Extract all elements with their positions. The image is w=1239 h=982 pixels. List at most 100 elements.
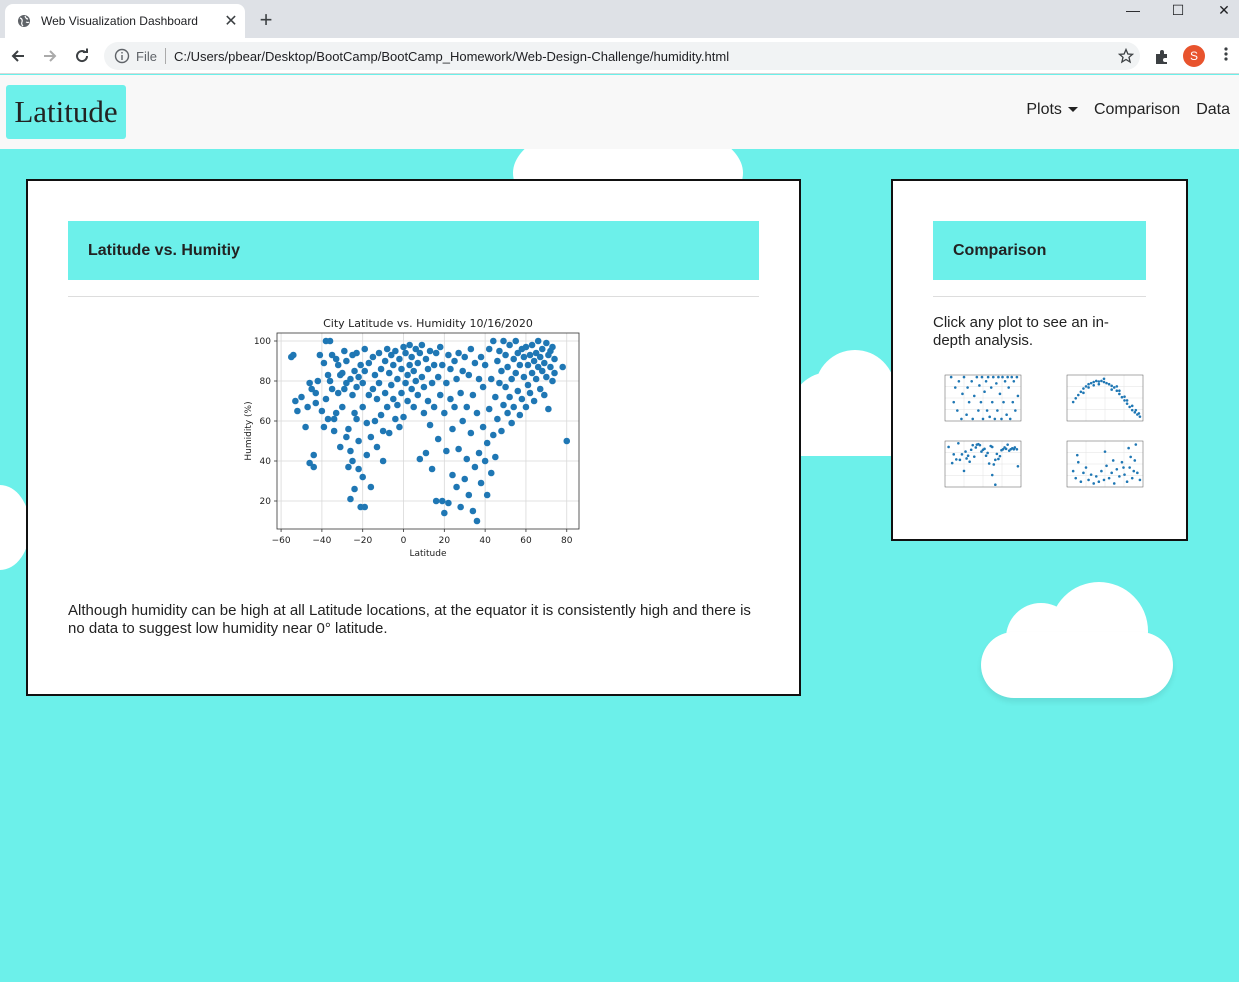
bookmark-star-icon[interactable] xyxy=(1112,48,1140,64)
data-point xyxy=(489,431,497,439)
data-point xyxy=(290,351,297,359)
nav-data-link[interactable]: Data xyxy=(1196,101,1230,119)
url-text[interactable]: C:/Users/pbear/Desktop/BootCamp/BootCamp… xyxy=(174,49,1112,64)
x-tick-label: 80 xyxy=(561,536,573,546)
extensions-puzzle-icon[interactable] xyxy=(1152,47,1172,67)
new-tab-button[interactable]: + xyxy=(255,8,277,32)
thumbnail-point xyxy=(994,458,997,462)
data-point xyxy=(359,403,367,411)
thumbnail-point xyxy=(1100,469,1103,473)
address-bar[interactable]: File C:/Users/pbear/Desktop/BootCamp/Boo… xyxy=(104,42,1140,70)
data-point xyxy=(545,405,552,413)
thumbnail-point xyxy=(1115,385,1119,388)
thumbnail-point xyxy=(966,386,969,389)
thumbnail-cloudiness[interactable] xyxy=(933,369,1025,431)
thumbnail-humidity[interactable] xyxy=(933,435,1025,497)
data-point xyxy=(469,507,477,515)
minimize-button[interactable]: — xyxy=(1118,2,1148,20)
brand-logo[interactable]: Latitude xyxy=(6,85,126,139)
data-point xyxy=(524,361,532,369)
nav-plots-dropdown[interactable]: Plots xyxy=(1026,101,1078,119)
data-point xyxy=(428,465,436,473)
thumbnail-point xyxy=(1111,459,1115,462)
data-point xyxy=(390,395,397,403)
data-point xyxy=(441,409,448,417)
data-point xyxy=(528,341,536,349)
data-point xyxy=(373,395,381,403)
thumbnail-point xyxy=(1097,380,1101,383)
reload-icon[interactable] xyxy=(70,44,94,68)
thumbnail-point xyxy=(1132,469,1136,473)
data-point xyxy=(441,509,448,517)
data-point xyxy=(436,391,444,399)
more-menu-icon[interactable] xyxy=(1217,46,1235,66)
data-point xyxy=(338,403,346,411)
data-point xyxy=(449,471,456,479)
nav-comparison-link[interactable]: Comparison xyxy=(1094,101,1180,119)
data-point xyxy=(332,355,340,363)
data-point xyxy=(343,433,350,441)
thumbnail-point xyxy=(987,462,991,465)
data-point xyxy=(402,349,409,357)
thumbnail-point xyxy=(965,457,968,460)
data-point xyxy=(514,387,522,395)
close-window-button[interactable]: ✕ xyxy=(1209,2,1239,20)
data-point xyxy=(563,437,571,445)
thumbnail-point xyxy=(1076,393,1080,397)
info-icon[interactable] xyxy=(114,48,130,64)
data-point xyxy=(541,359,548,367)
forward-arrow-icon[interactable] xyxy=(38,44,62,68)
thumbnail-point xyxy=(1118,389,1121,392)
data-point xyxy=(400,413,407,421)
thumbnail-point xyxy=(990,473,994,477)
data-point xyxy=(516,361,524,369)
data-point xyxy=(369,385,377,393)
thumbnail-point xyxy=(1082,391,1085,395)
thumbnail-point xyxy=(971,443,975,447)
data-point xyxy=(524,381,532,389)
site-navbar: Latitude Plots Comparison Data xyxy=(0,75,1239,149)
y-tick-label: 20 xyxy=(260,497,272,507)
data-point xyxy=(347,447,354,455)
thumbnail-point xyxy=(1011,400,1015,404)
data-point xyxy=(406,341,413,349)
close-tab-icon[interactable]: ✕ xyxy=(217,11,245,31)
data-point xyxy=(367,483,375,491)
y-tick-label: 80 xyxy=(260,377,272,387)
data-point xyxy=(363,451,371,459)
data-point xyxy=(328,385,336,393)
data-point xyxy=(306,379,313,387)
thumbnail-point xyxy=(1110,388,1113,391)
data-point xyxy=(379,427,387,435)
data-point xyxy=(463,455,471,463)
thumbnail-point xyxy=(1137,412,1141,415)
back-arrow-icon[interactable] xyxy=(6,44,30,68)
data-point xyxy=(496,347,503,355)
data-point xyxy=(461,475,469,483)
data-point xyxy=(528,369,536,377)
data-point xyxy=(320,423,328,431)
thumbnail-point xyxy=(989,386,993,389)
thumbnail-temperature[interactable] xyxy=(1055,369,1147,431)
data-point xyxy=(334,361,342,369)
data-point xyxy=(551,355,558,363)
thumbnail-wind-speed[interactable] xyxy=(1055,435,1147,497)
profile-avatar[interactable]: S xyxy=(1183,45,1205,67)
thumbnail-point xyxy=(1120,460,1124,464)
browser-tab[interactable]: Web Visualization Dashboard ✕ xyxy=(5,4,245,38)
data-point xyxy=(494,357,501,365)
thumbnail-point xyxy=(1089,381,1093,385)
data-point xyxy=(459,367,466,375)
data-point xyxy=(485,345,493,353)
comparison-panel: Comparison Click any plot to see an in-d… xyxy=(891,179,1188,541)
divider xyxy=(164,48,166,64)
data-point xyxy=(408,353,415,361)
data-point xyxy=(292,397,299,405)
thumbnail-point xyxy=(1112,482,1116,485)
thumbnail-point xyxy=(962,375,966,379)
data-point xyxy=(351,367,358,375)
maximize-button[interactable]: ☐ xyxy=(1163,2,1193,20)
divider xyxy=(68,296,759,297)
data-point xyxy=(367,433,375,441)
data-point xyxy=(310,451,318,459)
